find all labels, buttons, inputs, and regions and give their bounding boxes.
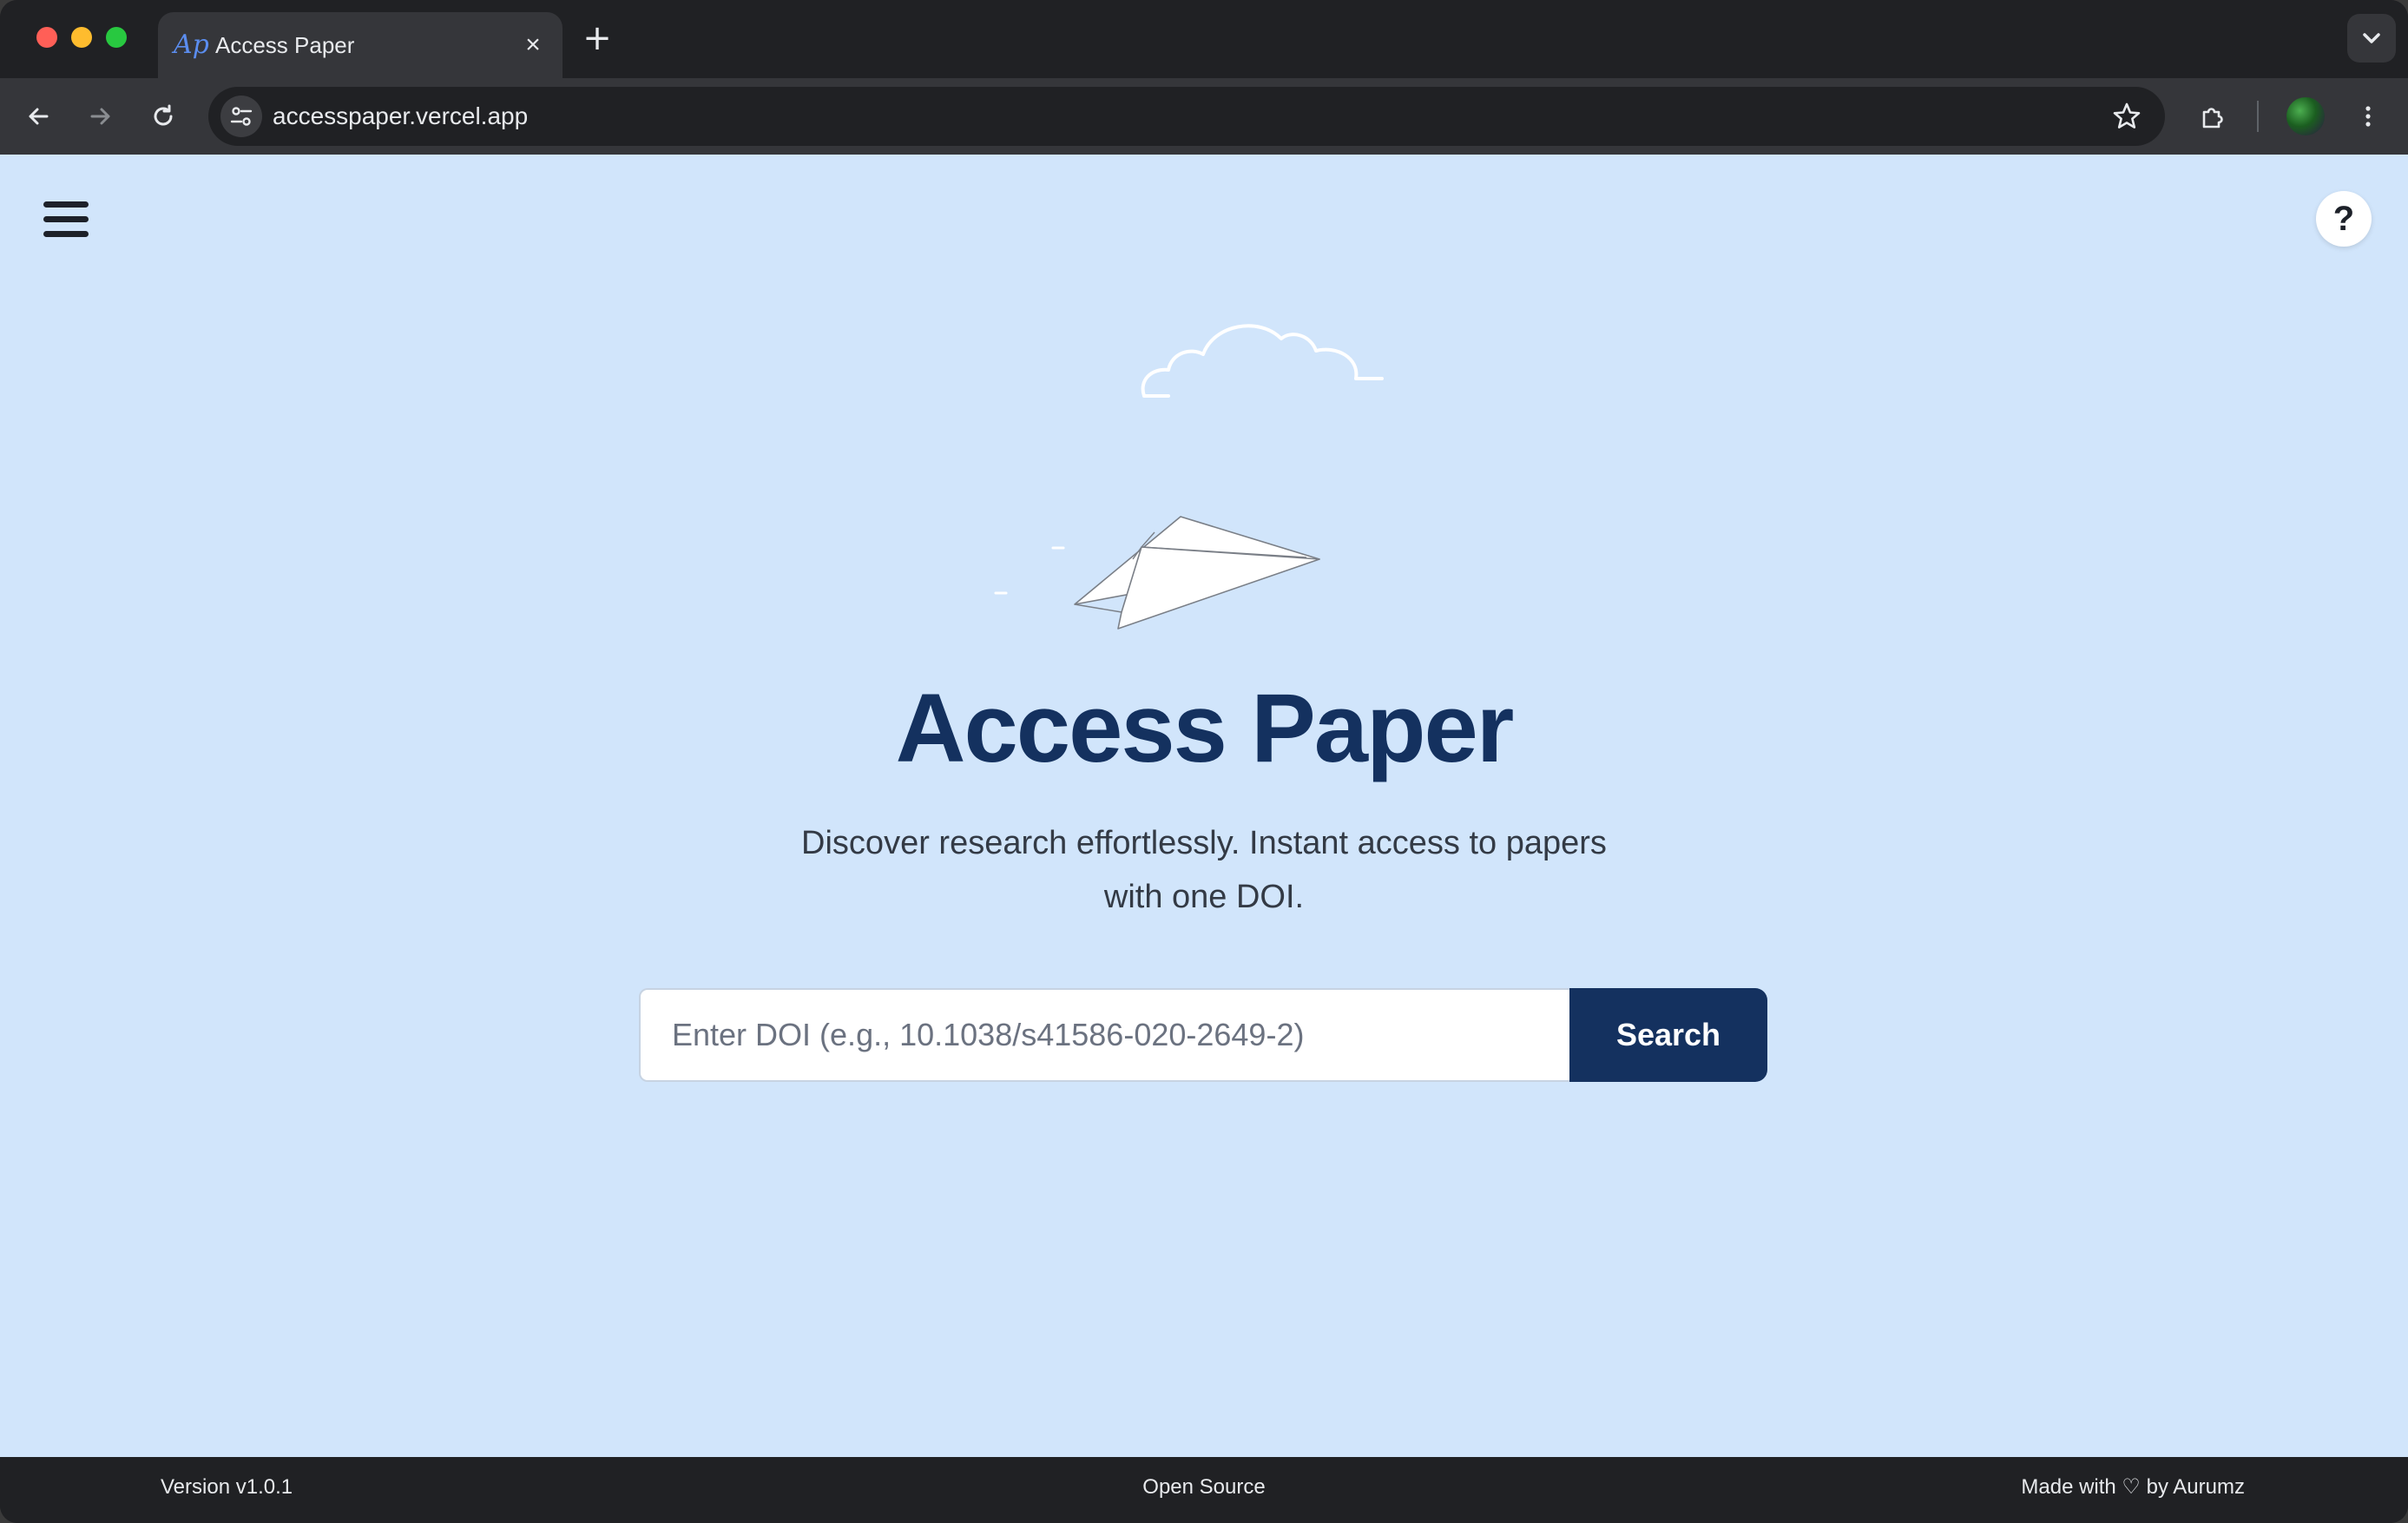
search-button[interactable]: Search: [1569, 988, 1767, 1082]
tab-search-button[interactable]: [2347, 14, 2396, 63]
maximize-window-button[interactable]: [106, 27, 127, 48]
close-window-button[interactable]: [36, 27, 57, 48]
new-tab-button[interactable]: +: [580, 19, 615, 57]
page-content: ? Access Paper Discover research effortl…: [0, 155, 2408, 1457]
minimize-window-button[interactable]: [71, 27, 92, 48]
favicon-icon: Ap: [174, 30, 209, 60]
doi-search-form: Search: [639, 988, 1767, 1082]
page-title: Access Paper: [895, 674, 1515, 782]
forward-button[interactable]: [76, 92, 125, 141]
paper-plane-icon: [994, 516, 1320, 630]
tune-icon: [230, 107, 253, 126]
footer: Version v1.0.1 Open Source Made with ♡ b…: [0, 1457, 2408, 1523]
tab-close-icon[interactable]: ×: [517, 30, 549, 61]
cloud-icon: [1141, 324, 1384, 398]
tab-strip: Ap Access Paper × +: [0, 0, 2408, 78]
bookmark-button[interactable]: [2109, 99, 2144, 134]
chevron-down-icon: [2363, 33, 2380, 43]
page-subtitle: Discover research effortlessly. Instant …: [801, 825, 1607, 915]
arrow-left-icon: [29, 108, 49, 125]
arrow-right-icon: [90, 108, 110, 125]
back-button[interactable]: [14, 92, 63, 141]
site-info-button[interactable]: [220, 96, 262, 137]
browser-toolbar: accesspaper.vercel.app: [0, 78, 2408, 155]
profile-avatar[interactable]: [2286, 97, 2325, 135]
hamburger-menu-icon[interactable]: [43, 198, 90, 240]
address-bar[interactable]: accesspaper.vercel.app: [208, 87, 2165, 146]
browser-menu-button[interactable]: [2344, 92, 2392, 141]
extensions-button[interactable]: [2188, 92, 2236, 141]
tab-title: Access Paper: [215, 32, 355, 58]
puzzle-icon: [2202, 108, 2223, 129]
toolbar-divider: [2257, 101, 2259, 132]
reload-icon: [154, 104, 173, 126]
reload-button[interactable]: [139, 92, 188, 141]
tab-access-paper[interactable]: Ap Access Paper ×: [158, 12, 563, 78]
star-icon: [2113, 102, 2141, 129]
url-text: accesspaper.vercel.app: [273, 102, 529, 129]
made-with-credit: Made with ♡ by Aurumz: [2021, 1475, 2245, 1499]
kebab-icon: [2365, 106, 2371, 127]
browser-window: Ap Access Paper × + accesspaper.vercel.a…: [0, 0, 2408, 1523]
doi-search-input[interactable]: [639, 988, 1569, 1082]
help-button[interactable]: ?: [2316, 191, 2372, 247]
